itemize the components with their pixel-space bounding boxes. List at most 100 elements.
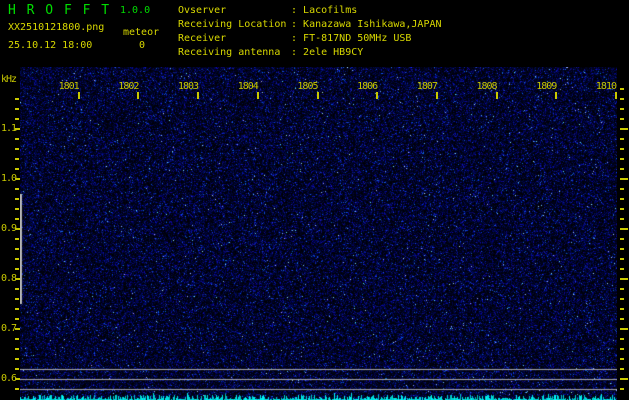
time-tick — [436, 92, 438, 99]
time-tick — [197, 92, 199, 99]
info-separator: : — [291, 47, 303, 58]
right-minor-tick — [620, 388, 624, 390]
freq-tick-label: 0.8 — [0, 273, 16, 284]
freq-minor-tick — [15, 148, 19, 150]
freq-minor-tick — [15, 198, 19, 200]
time-tick-label: 1804 — [236, 81, 258, 92]
time-tick-label: 1805 — [296, 81, 318, 92]
info-value: Lacofilms — [303, 5, 357, 16]
right-minor-tick — [620, 118, 624, 120]
freq-minor-tick — [15, 318, 19, 320]
right-minor-tick — [620, 198, 624, 200]
freq-minor-tick — [15, 98, 19, 100]
freq-major-tick — [15, 228, 20, 230]
time-tick — [317, 92, 319, 99]
right-minor-tick — [620, 108, 624, 110]
freq-minor-tick — [15, 138, 19, 140]
info-label: Ovserver — [178, 4, 291, 18]
freq-tick-label: 1.1 — [0, 123, 16, 134]
freq-minor-tick — [15, 298, 19, 300]
freq-minor-tick — [15, 288, 19, 290]
info-row: Receiver: FT-817ND 50MHz USB — [178, 32, 442, 46]
right-minor-tick — [620, 158, 624, 160]
right-minor-tick — [620, 368, 624, 370]
freq-tick-label: 0.9 — [0, 223, 16, 234]
time-tick-label: 1802 — [116, 81, 138, 92]
right-minor-tick — [620, 98, 624, 100]
info-value: 2ele HB9CY — [303, 47, 363, 58]
session-filename: XX2510121800.png — [8, 22, 104, 33]
right-major-tick — [620, 178, 628, 180]
freq-minor-tick — [15, 248, 19, 250]
time-tick-label: 1809 — [534, 81, 556, 92]
right-minor-tick — [620, 338, 624, 340]
freq-minor-tick — [15, 338, 19, 340]
freq-minor-tick — [15, 258, 19, 260]
info-label: Receiving antenna — [178, 46, 291, 60]
freq-minor-tick — [15, 108, 19, 110]
time-tick — [78, 92, 80, 99]
time-tick — [615, 92, 617, 99]
right-minor-tick — [620, 238, 624, 240]
info-row: Ovserver: Lacofilms — [178, 4, 442, 18]
freq-minor-tick — [15, 118, 19, 120]
time-tick-label: 1807 — [415, 81, 437, 92]
freq-minor-tick — [15, 238, 19, 240]
info-label: Receiver — [178, 32, 291, 46]
time-tick — [555, 92, 557, 99]
right-minor-tick — [620, 308, 624, 310]
right-minor-tick — [620, 258, 624, 260]
app-title: H R O F F T — [8, 3, 111, 18]
right-minor-tick — [620, 298, 624, 300]
right-minor-tick — [620, 348, 624, 350]
freq-major-tick — [15, 328, 20, 330]
time-tick-label: 1806 — [355, 81, 377, 92]
right-minor-tick — [620, 358, 624, 360]
freq-tick-label: 0.7 — [0, 323, 16, 334]
right-minor-tick — [620, 288, 624, 290]
freq-minor-tick — [15, 358, 19, 360]
time-tick-label: 1810 — [594, 81, 616, 92]
freq-minor-tick — [15, 368, 19, 370]
freq-minor-tick — [15, 218, 19, 220]
freq-minor-tick — [15, 348, 19, 350]
time-tick — [376, 92, 378, 99]
right-major-tick — [620, 128, 628, 130]
info-value: FT-817ND 50MHz USB — [303, 33, 411, 44]
right-minor-tick — [620, 168, 624, 170]
time-tick — [496, 92, 498, 99]
freq-minor-tick — [15, 308, 19, 310]
time-tick-label: 1808 — [475, 81, 497, 92]
meteor-mode-label: meteor — [123, 27, 159, 38]
right-major-tick — [620, 378, 628, 380]
freq-minor-tick — [15, 388, 19, 390]
freq-minor-tick — [15, 168, 19, 170]
right-minor-tick — [620, 268, 624, 270]
right-minor-tick — [620, 208, 624, 210]
right-major-tick — [620, 328, 628, 330]
right-minor-tick — [620, 218, 624, 220]
spectrogram-canvas — [20, 67, 617, 400]
freq-tick-label: 1.0 — [0, 173, 16, 184]
info-separator: : — [291, 19, 303, 30]
freq-major-tick — [15, 178, 20, 180]
freq-minor-tick — [15, 188, 19, 190]
freq-minor-tick — [15, 268, 19, 270]
right-minor-tick — [620, 248, 624, 250]
right-minor-tick — [620, 138, 624, 140]
right-major-tick — [620, 228, 628, 230]
right-minor-tick — [620, 318, 624, 320]
freq-tick-label: 0.6 — [0, 373, 16, 384]
info-value: Kanazawa Ishikawa,JAPAN — [303, 19, 441, 30]
info-row: Receiving antenna: 2ele HB9CY — [178, 46, 442, 60]
time-tick-label: 1801 — [57, 81, 79, 92]
meteor-count: 0 — [139, 40, 145, 51]
freq-minor-tick — [15, 208, 19, 210]
app-version: 1.0.0 — [120, 5, 150, 16]
time-tick-label: 1803 — [176, 81, 198, 92]
time-tick — [257, 92, 259, 99]
info-row: Receiving Location: Kanazawa Ishikawa,JA… — [178, 18, 442, 32]
freq-major-tick — [15, 378, 20, 380]
info-separator: : — [291, 33, 303, 44]
right-minor-tick — [620, 88, 624, 90]
